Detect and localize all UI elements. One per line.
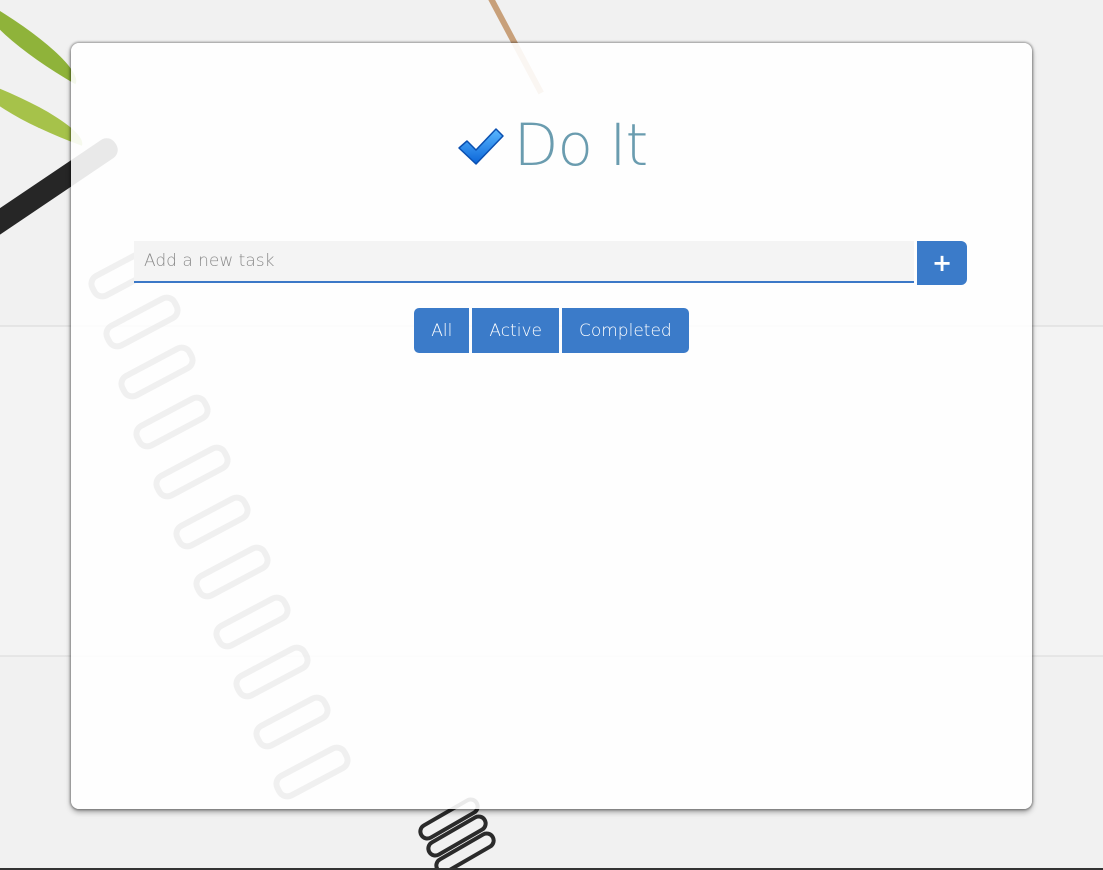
filter-all-button[interactable]: All <box>414 308 470 353</box>
app-header: Do It <box>71 105 1032 185</box>
filter-active-button[interactable]: Active <box>472 308 559 353</box>
notebook-spiral <box>405 794 499 870</box>
app-title: Do It <box>513 111 648 179</box>
checkmark-icon <box>458 128 504 165</box>
todo-card: Do It + All Active Completed <box>71 43 1032 809</box>
add-task-button[interactable]: + <box>917 241 967 285</box>
plus-icon: + <box>931 249 953 277</box>
new-task-input[interactable] <box>134 241 914 283</box>
filter-group: All Active Completed <box>71 308 1032 353</box>
new-task-row: + <box>134 241 967 285</box>
filter-completed-button[interactable]: Completed <box>561 308 689 353</box>
